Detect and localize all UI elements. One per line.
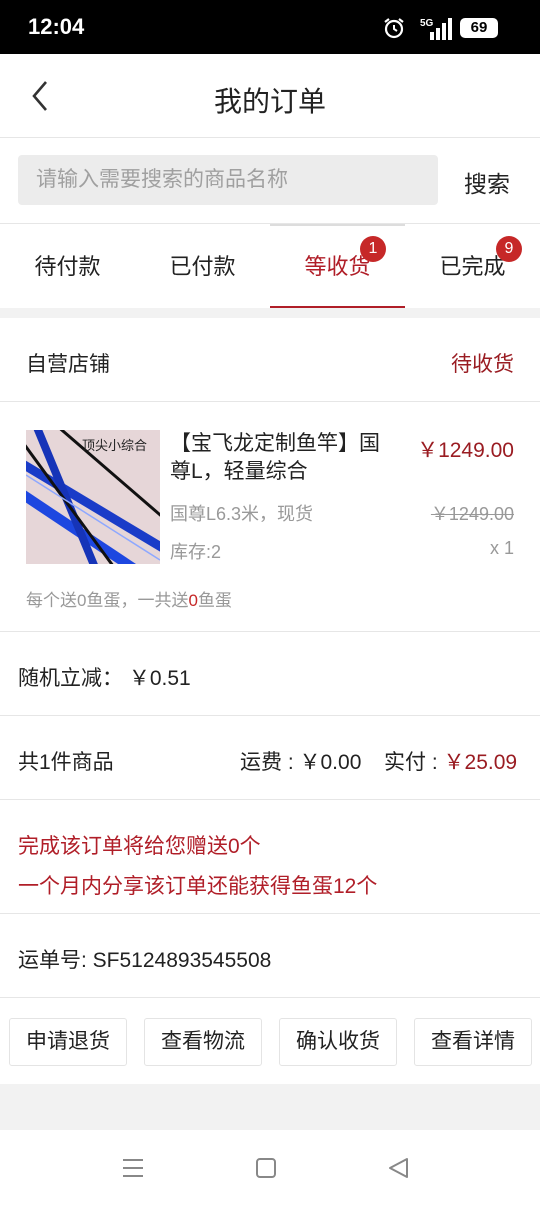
fishing-rod-image: 顶尖小综合 — [26, 430, 160, 564]
product-image[interactable]: 顶尖小综合 — [26, 430, 160, 564]
tab-label: 已完成 — [439, 254, 506, 279]
bonus-value: 0 — [188, 591, 198, 610]
signal-icon — [430, 18, 452, 40]
order-actions: 申请退货 查看物流 确认收货 查看详情 — [0, 998, 540, 1084]
product-stock: 库存:2 — [170, 542, 222, 562]
product-spec: 国尊L6.3米，现货 — [170, 504, 314, 524]
tracking-row: 运单号: SF5124893545508 — [0, 914, 540, 998]
alarm-icon — [384, 18, 404, 39]
paid-amount: 实付 : ￥25.09 — [384, 746, 517, 776]
bonus-suffix: 鱼蛋 — [197, 591, 232, 610]
tab-label: 待付款 — [34, 254, 101, 279]
tab-completed[interactable]: 已完成 9 — [405, 224, 540, 308]
bonus-prefix: 每个送0鱼蛋，一共送 — [26, 591, 189, 610]
product-quantity: x 1 — [489, 538, 514, 558]
shop-row: 自营店铺 待收货 — [0, 318, 540, 402]
search-button[interactable]: 搜索 — [464, 165, 510, 199]
tab-paid[interactable]: 已付款 — [135, 224, 270, 308]
confirm-receipt-button[interactable]: 确认收货 — [279, 1018, 397, 1066]
item-count: 共1件商品 — [18, 751, 114, 774]
request-return-button[interactable]: 申请退货 — [9, 1018, 127, 1066]
image-caption: 顶尖小综合 — [82, 439, 147, 454]
product-bonus: 每个送0鱼蛋，一共送0鱼蛋 — [26, 586, 232, 611]
product-title: 【宝飞龙定制鱼竿】国尊L，轻量综合 — [170, 432, 380, 483]
gift-info: 完成该订单将给您赠送0个 一个月内分享该订单还能获得鱼蛋12个 — [0, 800, 540, 914]
discount-text: 随机立减： ￥0.51 — [18, 667, 191, 690]
gift-line-1: 完成该订单将给您赠送0个 — [18, 835, 261, 858]
battery-icon: 69 — [460, 18, 498, 38]
home-square-icon[interactable] — [252, 1154, 280, 1182]
view-logistics-button[interactable]: 查看物流 — [144, 1018, 262, 1066]
gift-line-2: 一个月内分享该订单还能获得鱼蛋12个 — [18, 875, 378, 898]
order-tabs: 待付款 已付款 等收货 1 已完成 9 — [0, 224, 540, 308]
system-nav-bar — [0, 1130, 540, 1206]
status-time: 12:04 — [28, 14, 85, 39]
order-card: 自营店铺 待收货 顶尖小综合 【宝飞龙定制鱼竿】国尊L，轻量综合 ￥1249.0… — [0, 318, 540, 1084]
tab-badge: 9 — [496, 236, 522, 262]
menu-icon[interactable] — [119, 1154, 147, 1182]
product-price: ￥1249.00 — [417, 439, 514, 462]
page-title: 我的订单 — [213, 86, 326, 117]
paid-label: 实付 : — [384, 751, 444, 774]
tab-top-line — [270, 224, 405, 226]
paid-value: ￥25.09 — [443, 751, 518, 774]
tab-awaiting-receipt[interactable]: 等收货 1 — [270, 224, 405, 308]
tracking-number: 运单号: SF5124893545508 — [18, 949, 272, 972]
shipping-fee: 运费 : ￥0.00 — [240, 751, 362, 774]
tab-pending-payment[interactable]: 待付款 — [0, 224, 135, 308]
back-triangle-icon[interactable] — [385, 1154, 413, 1182]
tab-badge: 1 — [360, 236, 386, 262]
status-bar: 12:04 5G 69 — [0, 0, 540, 54]
shop-name: 自营店铺 — [26, 353, 110, 376]
summary-row: 共1件商品 运费 : ￥0.00 实付 : ￥25.09 — [0, 716, 540, 800]
product-item[interactable]: 顶尖小综合 【宝飞龙定制鱼竿】国尊L，轻量综合 ￥1249.00 国尊L6.3米… — [0, 402, 540, 632]
product-original-price: ￥1249.00 — [430, 504, 514, 524]
search-bar: 搜索 — [0, 138, 540, 224]
tab-label: 已付款 — [169, 254, 236, 279]
header: 我的订单 — [0, 54, 540, 138]
search-input[interactable] — [18, 155, 438, 205]
view-details-button[interactable]: 查看详情 — [414, 1018, 532, 1066]
order-status: 待收货 — [451, 353, 514, 376]
tab-label: 等收货 — [304, 254, 371, 279]
discount-row: 随机立减： ￥0.51 — [0, 632, 540, 716]
